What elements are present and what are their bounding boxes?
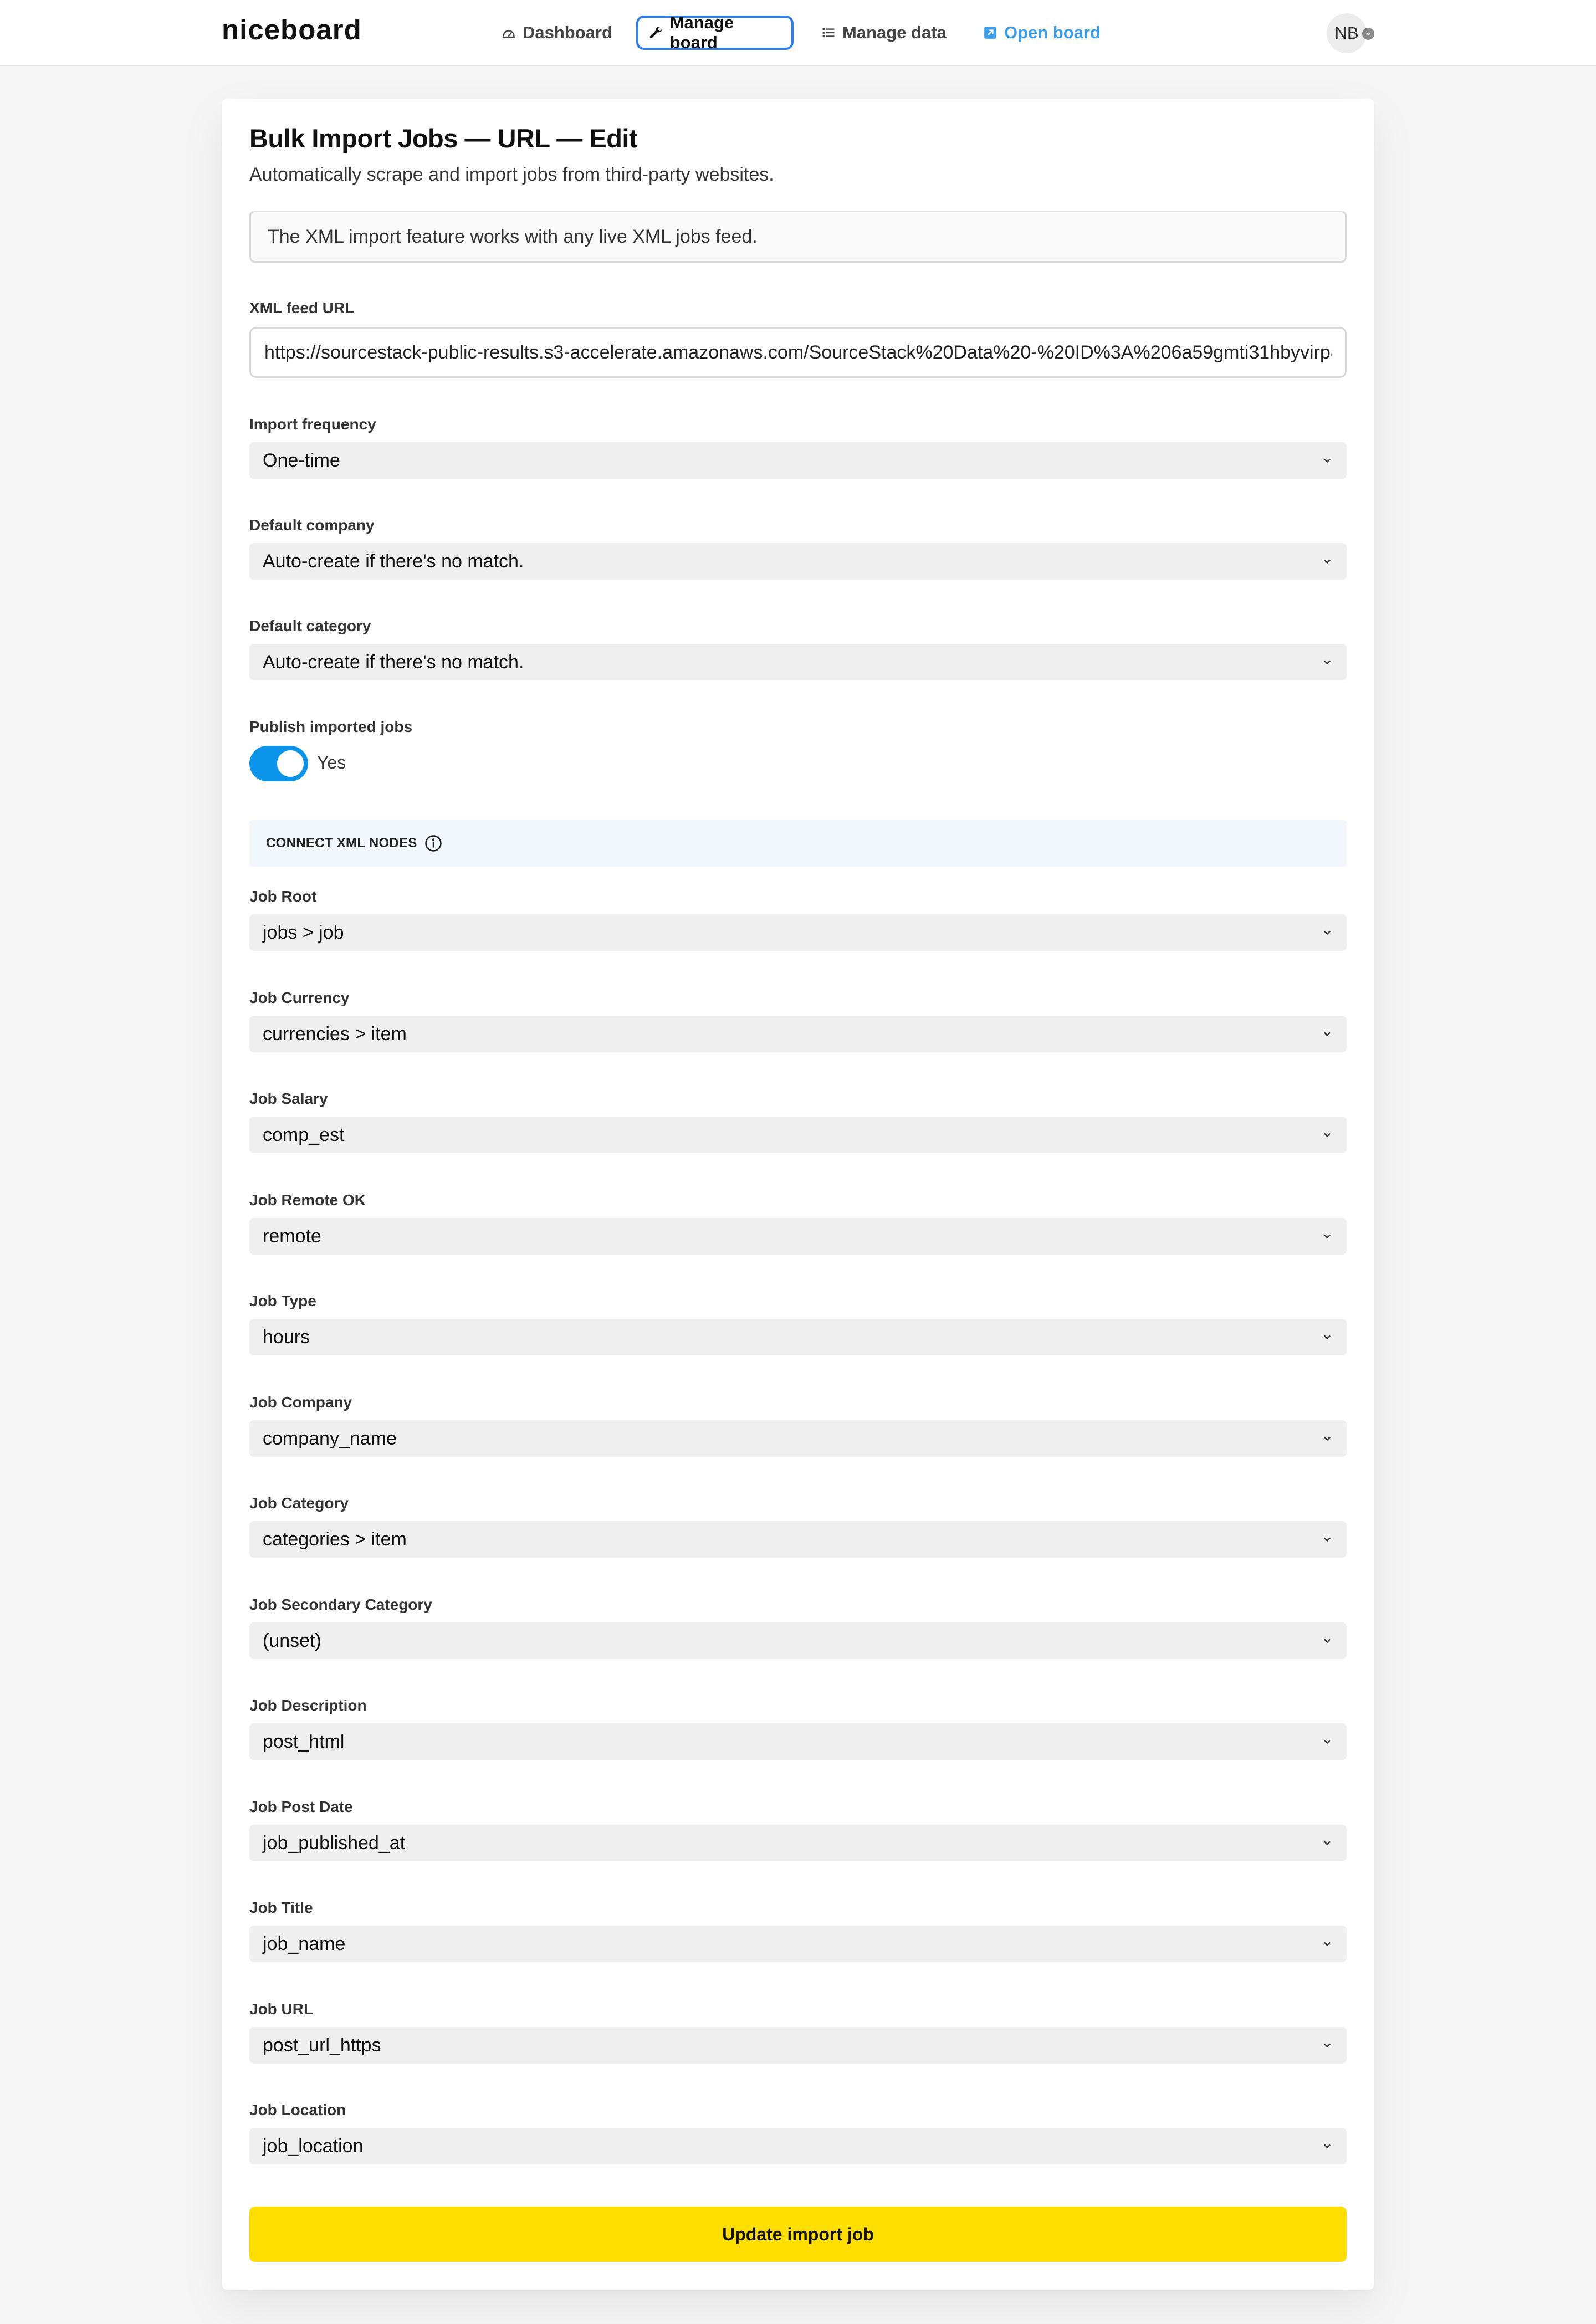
chevron-down-icon [1321, 1736, 1333, 1748]
chevron-down-icon [1321, 2039, 1333, 2051]
import-job-card: Bulk Import Jobs — URL — Edit Automatica… [222, 99, 1374, 2290]
default-category-value: Auto-create if there's no match. [263, 651, 524, 673]
field-select[interactable]: post_html [249, 1723, 1347, 1760]
chevron-down-icon [1321, 1635, 1333, 1647]
nav-dashboard[interactable]: Dashboard [500, 16, 612, 50]
wrench-icon [648, 24, 664, 41]
field-label: Job Salary [249, 1090, 328, 1107]
xml-feed-url-input[interactable] [249, 327, 1347, 378]
default-company-select[interactable]: Auto-create if there's no match. [249, 543, 1347, 580]
nav-open-board-label: Open board [1004, 23, 1101, 42]
default-category-label: Default category [249, 617, 371, 634]
field-select-value: post_url_https [263, 2034, 381, 2056]
import-frequency-label: Import frequency [249, 416, 376, 433]
field-select-value: (unset) [263, 1630, 321, 1651]
field-select[interactable]: company_name [249, 1420, 1347, 1457]
field-select[interactable]: currencies > item [249, 1016, 1347, 1052]
top-navigation-bar: niceboard Dashboard Manage board Manage … [0, 0, 1596, 66]
publish-jobs-status: Yes [317, 753, 346, 772]
info-icon[interactable] [424, 834, 443, 853]
field-select[interactable]: categories > item [249, 1521, 1347, 1558]
nav-manage-data-label: Manage data [842, 23, 947, 42]
chevron-down-icon [1321, 656, 1333, 668]
field-label: Job URL [249, 2000, 314, 2018]
chevron-down-icon [1321, 1938, 1333, 1950]
field-select-value: comp_est [263, 1124, 345, 1145]
user-avatar[interactable]: NB [1327, 13, 1367, 53]
page-subtitle: Automatically scrape and import jobs fro… [249, 164, 774, 185]
chevron-down-icon [1321, 1129, 1333, 1141]
chevron-down-icon[interactable] [1362, 28, 1374, 40]
field-select[interactable]: job_name [249, 1926, 1347, 1962]
field-select[interactable]: comp_est [249, 1117, 1347, 1153]
nav-manage-data[interactable]: Manage data [820, 16, 947, 50]
field-select-value: company_name [263, 1427, 397, 1449]
field-label: Job Location [249, 2101, 346, 2118]
chevron-down-icon [1321, 1028, 1333, 1040]
chevron-down-icon [1321, 926, 1333, 939]
field-select-value: hours [263, 1326, 310, 1348]
field-label: Job Root [249, 888, 317, 905]
field-label: Job Currency [249, 989, 350, 1006]
field-label: Job Type [249, 1292, 316, 1309]
connect-xml-nodes-header: CONNECT XML NODES [249, 820, 1347, 867]
field-select[interactable]: job_location [249, 2128, 1347, 2164]
update-import-job-button[interactable]: Update import job [249, 2207, 1347, 2262]
field-select-value: remote [263, 1225, 321, 1247]
import-frequency-value: One-time [263, 449, 340, 471]
field-label: Job Description [249, 1697, 367, 1714]
field-select-value: post_html [263, 1731, 345, 1752]
field-select-value: currencies > item [263, 1023, 407, 1045]
field-label: Job Remote OK [249, 1191, 366, 1209]
field-select-value: job_location [263, 2135, 364, 2157]
publish-jobs-label: Publish imported jobs [249, 718, 413, 735]
toggle-knob [277, 750, 304, 777]
nav-dashboard-label: Dashboard [523, 23, 612, 42]
field-label: Job Company [249, 1394, 352, 1411]
nav-manage-board[interactable]: Manage board [636, 13, 794, 52]
field-select-value: jobs > job [263, 922, 344, 943]
field-select[interactable]: jobs > job [249, 914, 1347, 951]
import-frequency-select[interactable]: One-time [249, 442, 1347, 479]
field-select-value: categories > item [263, 1528, 407, 1550]
nav-open-board[interactable]: Open board [982, 16, 1101, 50]
chevron-down-icon [1321, 1230, 1333, 1242]
chevron-down-icon [1321, 1837, 1333, 1849]
field-select-value: job_name [263, 1933, 346, 1954]
field-label: Job Post Date [249, 1798, 353, 1815]
field-select[interactable]: job_published_at [249, 1825, 1347, 1861]
field-select[interactable]: (unset) [249, 1622, 1347, 1659]
publish-jobs-toggle[interactable] [249, 746, 308, 781]
xml-feed-url-label: XML feed URL [249, 299, 355, 316]
chevron-down-icon [1321, 1533, 1333, 1545]
page-title: Bulk Import Jobs — URL — Edit [249, 124, 638, 153]
field-select-value: job_published_at [263, 1832, 406, 1854]
nav-manage-board-label: Manage board [669, 13, 734, 52]
field-label: Job Category [249, 1494, 349, 1512]
external-link-icon [982, 24, 999, 41]
chevron-down-icon [1321, 454, 1333, 467]
chevron-down-icon [1321, 2140, 1333, 2152]
niceboard-logo[interactable]: niceboard [222, 13, 362, 46]
field-label: Job Secondary Category [249, 1596, 432, 1613]
list-icon [820, 24, 837, 41]
default-company-value: Auto-create if there's no match. [263, 550, 524, 572]
default-category-select[interactable]: Auto-create if there's no match. [249, 644, 1347, 680]
chevron-down-icon [1321, 1432, 1333, 1445]
field-select[interactable]: remote [249, 1218, 1347, 1255]
connect-xml-nodes-title: CONNECT XML NODES [266, 836, 417, 851]
chevron-down-icon [1321, 1331, 1333, 1343]
field-select[interactable]: hours [249, 1319, 1347, 1355]
chevron-down-icon [1321, 555, 1333, 567]
info-notice: The XML import feature works with any li… [249, 211, 1347, 263]
field-select[interactable]: post_url_https [249, 2027, 1347, 2064]
field-label: Job Title [249, 1899, 313, 1916]
default-company-label: Default company [249, 516, 375, 534]
gauge-icon [500, 24, 517, 41]
